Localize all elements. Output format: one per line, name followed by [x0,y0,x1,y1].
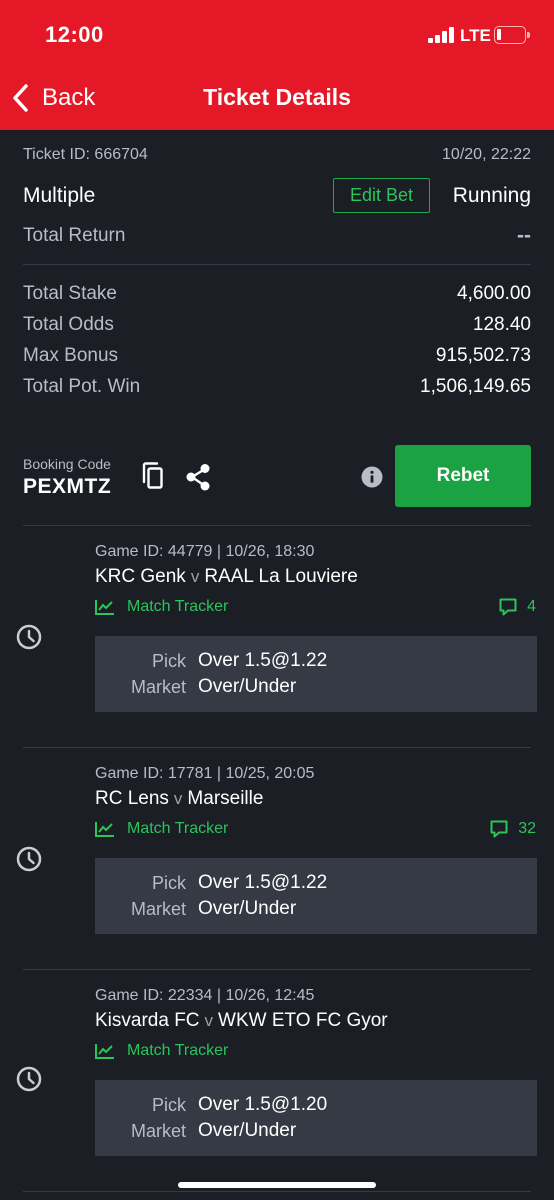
bet-type: Multiple [23,184,96,207]
stat-row-odds: Total Odds 128.40 [23,311,531,339]
pick-value: Over 1.5@1.20 [198,1094,328,1115]
stat-row-bonus: Max Bonus 915,502.73 [23,342,531,370]
versus-separator: v [204,1011,214,1030]
total-return-row: Total Return -- [23,222,531,250]
match-tracker-label: Match Tracker [127,598,229,615]
versus-separator: v [173,789,183,808]
copy-icon[interactable] [140,462,164,490]
chart-line-icon [95,1044,114,1059]
divider [23,264,531,265]
booking-code-label: Booking Code [23,456,111,472]
clock-icon [16,846,42,872]
status-bar: 12:00 LTE [0,0,554,70]
booking-code: PEXMTZ [23,475,112,498]
comments-button[interactable]: 32 [490,820,536,838]
stat-value: 128.40 [472,314,531,335]
versus-separator: v [190,567,200,586]
home-team: RC Lens [95,788,169,809]
market-label: Market [130,1121,186,1141]
stat-row-stake: Total Stake 4,600.00 [23,280,531,308]
battery-nub [527,32,530,38]
bet-status: Running [452,184,531,207]
network-type: LTE [460,26,491,45]
away-team: WKW ETO FC Gyor [218,1010,388,1031]
comments-count: 32 [518,820,536,837]
comments-button[interactable]: 4 [499,598,536,616]
total-return-label: Total Return [23,225,126,246]
status-time: 12:00 [45,22,104,47]
away-team: RAAL La Louviere [204,566,358,587]
home-team: Kisvarda FC [95,1010,200,1031]
battery-icon [494,26,526,44]
ticket-type-row: Multiple Running [23,180,531,212]
stat-row-potwin: Total Pot. Win 1,506,149.65 [23,373,531,401]
share-icon[interactable] [184,462,212,492]
market-label: Market [130,677,186,697]
comment-icon [499,598,517,616]
chart-line-icon [95,822,114,837]
match-teams: KRC Genk v RAAL La Louviere [95,566,358,588]
page-title: Ticket Details [203,84,351,110]
bet-selection: Game ID: 17781 | 10/25, 20:05 RC Lens v Ma… [0,748,554,970]
app-header: 12:00 LTE Back Ticket Details [0,0,554,130]
ticket-id: Ticket ID: 666704 [23,146,148,163]
stat-value: 4,600.00 [457,283,531,304]
stat-label: Total Pot. Win [23,376,141,397]
clock-icon [16,624,42,650]
pick-label: Pick [151,651,186,671]
ticket-datetime: 10/20, 22:22 [442,146,531,163]
total-return-value: -- [517,224,531,247]
market-label: Market [130,899,186,919]
game-id: Game ID: 44779 | 10/26, 18:30 [95,543,315,560]
stat-value: 1,506,149.65 [420,376,531,397]
market-value: Over/Under [198,898,297,919]
match-tracker-label: Match Tracker [127,820,229,837]
cellular-signal-icon [428,27,456,43]
stat-label: Max Bonus [23,345,119,366]
pick-details: Pick Over 1.5@1.22 Market Over/Under [95,636,537,712]
comments-count: 4 [527,598,536,615]
pick-label: Pick [151,873,186,893]
match-tracker-label: Match Tracker [127,1042,229,1059]
match-tracker-link[interactable]: Match Tracker [95,820,228,838]
match-tracker-link[interactable]: Match Tracker [95,598,228,616]
bet-selection: Game ID: 22334 | 10/26, 12:45 Kisvarda F… [0,970,554,1192]
stat-value: 915,502.73 [435,345,531,366]
rebet-button[interactable]: Rebet [395,445,531,507]
stat-label: Total Odds [23,314,114,335]
bet-selection: Game ID: 44779 | 10/26, 18:30 KRC Genk v R… [0,526,554,748]
divider [23,1191,531,1192]
pick-details: Pick Over 1.5@1.20 Market Over/Under [95,1080,537,1156]
match-teams: Kisvarda FC v WKW ETO FC Gyor [95,1010,388,1032]
home-team: KRC Genk [95,566,186,587]
match-tracker-link[interactable]: Match Tracker [95,1042,228,1060]
game-id: Game ID: 22334 | 10/26, 12:45 [95,987,315,1004]
stat-label: Total Stake [23,283,117,304]
pick-details: Pick Over 1.5@1.22 Market Over/Under [95,858,537,934]
chart-line-icon [95,600,114,615]
comment-icon [490,820,508,838]
match-teams: RC Lens v Marseille [95,788,263,810]
market-value: Over/Under [198,1120,297,1141]
ticket-meta-row: Ticket ID: 666704 10/20, 22:22 [23,142,531,168]
pick-value: Over 1.5@1.22 [198,872,328,893]
edit-bet-button[interactable]: Edit Bet [333,178,430,213]
game-id: Game ID: 17781 | 10/25, 20:05 [95,765,315,782]
pick-value: Over 1.5@1.22 [198,650,328,671]
market-value: Over/Under [198,676,297,697]
clock-icon [16,1066,42,1092]
pick-label: Pick [151,1095,186,1115]
away-team: Marseille [187,788,264,809]
home-indicator[interactable] [178,1182,376,1188]
info-icon[interactable] [361,466,383,488]
